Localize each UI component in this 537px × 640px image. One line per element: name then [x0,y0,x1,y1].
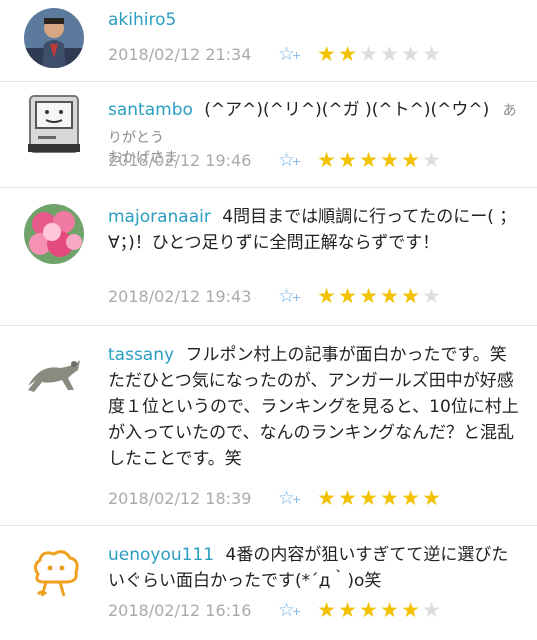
star-filled-icon: ★ [401,284,420,308]
username-link[interactable]: santambo [108,100,193,120]
star-filled-icon: ★ [317,486,336,510]
username-link[interactable]: majoranaair [108,207,211,227]
star-filled-icon: ★ [338,284,357,308]
comment-item: uenoyou111 4番の内容が狙いすぎてて逆に選びたいぐらい面白かったです(… [0,526,537,640]
star-filled-icon: ★ [317,148,336,172]
star-empty-icon: ★ [380,42,399,66]
add-favorite-icon[interactable]: ☆ + [278,149,316,171]
add-favorite-icon[interactable]: ☆ + [278,285,316,307]
star-filled-icon: ★ [380,486,399,510]
rating-stars: ★ ★ ★ ★ ★ ★ [316,42,442,66]
comment-item: akihiro5 2018/02/12 21:34 ☆ + ★ ★ ★ ★ ★ ★ [0,0,537,82]
orange-cloud-character-icon[interactable] [24,544,84,604]
add-favorite-icon[interactable]: ☆ + [278,487,316,509]
username-link[interactable]: akihiro5 [108,10,176,30]
comment-text: (^ア^)(^リ^)(^ガ )(^ト^)(^ウ^) [204,100,490,120]
star-empty-icon: ★ [422,148,441,172]
add-favorite-icon[interactable]: ☆ + [278,43,316,65]
comment-date: 2018/02/12 19:43 [108,286,252,306]
rating-stars: ★ ★ ★ ★ ★ ★ [316,284,442,308]
pink-roses-icon[interactable] [24,204,84,264]
comment-item: majoranaair 4問目までは順調に行ってたのにー( ；∀；)！ひとつ足り… [0,188,537,326]
username-link[interactable]: uenoyou111 [108,545,214,565]
comment-date: 2018/02/12 19:46 [108,150,252,170]
star-empty-icon: ★ [422,598,441,622]
star-filled-icon: ★ [380,284,399,308]
star-filled-icon: ★ [338,598,357,622]
username-link[interactable]: tassany [108,345,174,365]
star-empty-icon: ★ [359,42,378,66]
star-filled-icon: ★ [380,598,399,622]
star-filled-icon: ★ [359,148,378,172]
star-filled-icon: ★ [401,598,420,622]
comment-item: santambo (^ア^)(^リ^)(^ガ )(^ト^)(^ウ^) ありがとう… [0,82,537,188]
star-empty-icon: ★ [401,42,420,66]
man-portrait-icon[interactable] [24,8,84,68]
star-filled-icon: ★ [380,148,399,172]
comment-date: 2018/02/12 16:16 [108,600,252,620]
comment-date: 2018/02/12 21:34 [108,44,252,64]
retro-computer-icon[interactable] [24,94,84,154]
star-filled-icon: ★ [338,42,357,66]
star-filled-icon: ★ [359,598,378,622]
add-favorite-icon[interactable]: ☆ + [278,599,316,621]
star-filled-icon: ★ [422,486,441,510]
comment-item: tassany フルポン村上の記事が面白かったです。笑 ただひとつ気になったのが… [0,326,537,526]
star-filled-icon: ★ [338,486,357,510]
star-filled-icon: ★ [317,284,336,308]
comment-date: 2018/02/12 18:39 [108,488,252,508]
star-filled-icon: ★ [317,598,336,622]
star-filled-icon: ★ [317,42,336,66]
star-filled-icon: ★ [359,486,378,510]
rating-stars: ★ ★ ★ ★ ★ ★ [316,598,442,622]
leaping-cat-icon[interactable] [24,346,84,406]
rating-stars: ★ ★ ★ ★ ★ ★ [316,486,442,510]
star-filled-icon: ★ [401,148,420,172]
star-empty-icon: ★ [422,42,441,66]
star-filled-icon: ★ [359,284,378,308]
star-filled-icon: ★ [338,148,357,172]
rating-stars: ★ ★ ★ ★ ★ ★ [316,148,442,172]
star-empty-icon: ★ [422,284,441,308]
star-filled-icon: ★ [401,486,420,510]
